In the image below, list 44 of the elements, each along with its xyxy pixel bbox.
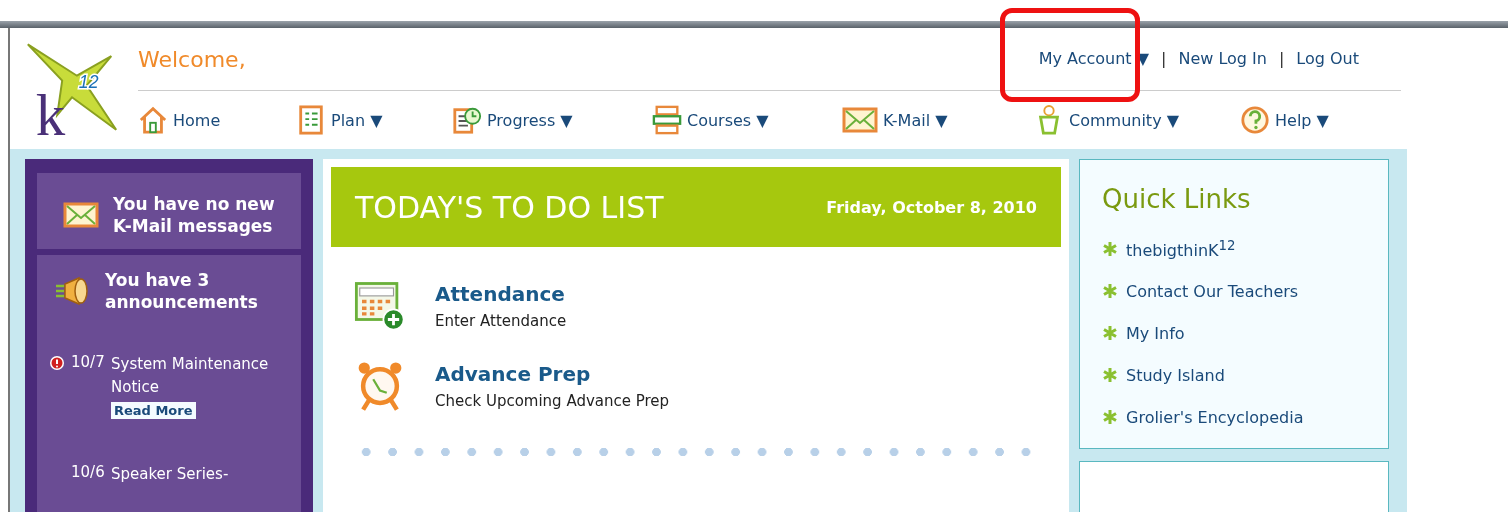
account-link[interactable]: Log Out	[1296, 48, 1359, 68]
envelope-icon	[63, 200, 99, 231]
quick-link[interactable]: thebigthinK$^{12}$	[1126, 237, 1236, 261]
quick-link[interactable]: Contact Our Teachers	[1126, 281, 1299, 301]
todo-date: Friday, October 8, 2010	[826, 197, 1037, 217]
read-more-button[interactable]: Read More	[111, 402, 196, 420]
help-icon	[1240, 104, 1270, 136]
megaphone-icon	[55, 276, 91, 307]
alert-icon	[49, 355, 65, 372]
stacked-books-icon	[652, 104, 682, 136]
announcements-count: You have 3 announcements	[105, 269, 259, 314]
nav-item[interactable]: Home	[138, 104, 296, 136]
house-icon	[138, 104, 168, 136]
announcement-date: 10/6	[71, 463, 106, 482]
asterisk-icon	[1102, 325, 1118, 341]
todo-title: TODAY'S TO DO LIST	[355, 189, 664, 225]
checklist-icon	[296, 104, 326, 136]
announcement-link[interactable]: System Maintenance Notice	[111, 353, 281, 399]
todo-item-description: Check Upcoming Advance Prep	[435, 392, 670, 410]
asterisk-icon	[1102, 283, 1118, 299]
asterisk-icon	[1102, 367, 1118, 383]
nav-item[interactable]: Community ▼	[1034, 104, 1240, 136]
quick-link[interactable]: Grolier's Encyclopedia	[1126, 407, 1304, 427]
todo-item-link[interactable]: Advance Prep	[435, 362, 670, 386]
nav-item[interactable]: K-Mail ▼	[842, 107, 1034, 133]
nav-item[interactable]: Help ▼	[1240, 104, 1329, 136]
quick-link[interactable]: Study Island	[1126, 365, 1225, 385]
quick-link[interactable]: My Info	[1126, 323, 1185, 343]
welcome-text: Welcome,	[138, 46, 246, 72]
announcement-date: 10/7	[71, 353, 106, 372]
link-separator: |	[1278, 48, 1285, 68]
nav-item[interactable]: Plan ▼	[296, 104, 452, 136]
envelope-icon	[842, 107, 878, 133]
account-link[interactable]: New Log In	[1178, 48, 1267, 68]
todo-item-description: Enter Attendance	[435, 312, 567, 330]
todo-item-link[interactable]: Attendance	[435, 282, 567, 306]
nav-item[interactable]: Courses ▼	[652, 104, 842, 136]
link-separator: |	[1161, 48, 1167, 68]
asterisk-icon	[1102, 241, 1118, 257]
nav-item[interactable]: Progress ▼	[452, 104, 652, 136]
quick-links-title: Quick Links	[1102, 184, 1252, 214]
mail-notice-text: You have no new K-Mail messages	[113, 193, 276, 238]
asterisk-icon	[1102, 409, 1118, 425]
announcement-link[interactable]: Speaker Series-	[111, 463, 229, 486]
